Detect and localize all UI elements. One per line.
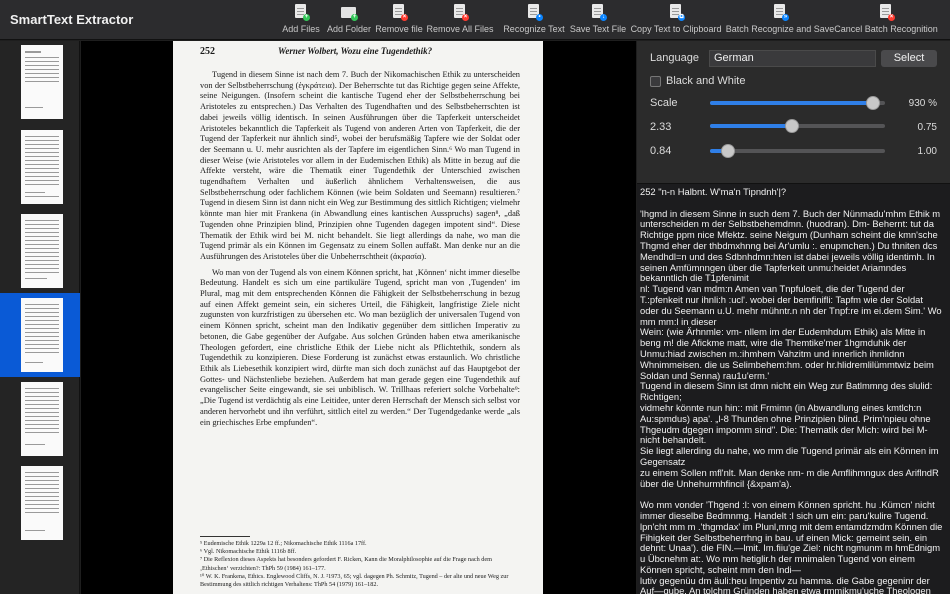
running-head: Werner Wolbert, Wozu eine Tugendethik? — [278, 46, 433, 56]
batch-recognize-and-save-button[interactable]: » Batch Recognize and Save — [726, 4, 834, 38]
page-thumbnails-sidebar — [0, 41, 80, 594]
slider-2[interactable] — [710, 119, 885, 133]
recognize-text-button[interactable]: • Recognize Text — [503, 4, 565, 38]
cancel-batch-icon: × — [878, 4, 895, 21]
remove-file-icon: × — [391, 4, 408, 21]
slider-2-knob[interactable] — [785, 119, 799, 133]
footnote: ⁵ Eudemische Ethik 1229a 12 ff.; Nikomac… — [200, 540, 367, 547]
add-folder-button[interactable]: + Add Folder — [327, 4, 371, 38]
cancel-batch-recognition-button[interactable]: × Cancel Batch Recognition — [834, 4, 938, 38]
page-thumbnail-selected[interactable] — [21, 298, 63, 372]
scale-value: 930 % — [908, 98, 937, 109]
slider3-min-label: 0.84 — [650, 145, 672, 157]
page-header: 252 Werner Wolbert, Wozu eine Tugendethi… — [200, 46, 520, 57]
save-text-file-button[interactable]: ↓ Save Text File — [570, 4, 626, 38]
batch-recognize-icon: » — [772, 4, 789, 21]
document-page-image: 252 Werner Wolbert, Wozu eine Tugendethi… — [173, 41, 543, 594]
add-file-icon: + — [293, 4, 310, 21]
footnote: ¹⁰ W. K. Frankena, Ethics. Englewood Cli… — [200, 572, 509, 589]
slider-3-knob[interactable] — [721, 144, 735, 158]
footnote-rule — [200, 536, 250, 537]
page-paragraph: Wo man von der Tugend als von einem Könn… — [200, 267, 520, 427]
copy-clipboard-icon: ⧉ — [668, 4, 685, 21]
recognized-text-area[interactable]: 252 "n-n Halbnt. W'ma'n Tipndnh'|? 'lhgm… — [637, 183, 950, 594]
remove-all-files-button[interactable]: × Remove All Files — [426, 4, 494, 38]
page-thumbnail[interactable] — [21, 45, 63, 119]
remove-all-files-icon: × — [452, 4, 469, 21]
scale-slider-fill — [710, 101, 873, 105]
footnote: ⁷ Die Reflexion dieses Aspekts hat beson… — [200, 556, 492, 572]
recognize-text-icon: • — [526, 4, 543, 21]
language-field[interactable]: German — [709, 50, 876, 67]
slider2-value: 0.75 — [917, 122, 937, 133]
page-paragraph: Tugend in diesem Sinne ist nach dem 7. B… — [200, 70, 520, 261]
black-and-white-checkbox[interactable] — [650, 76, 661, 87]
page-body-text: Tugend in diesem Sinne ist nach dem 7. B… — [200, 70, 520, 428]
language-label: Language — [650, 52, 699, 64]
settings-panel: Language German Select Black and White S… — [637, 41, 950, 594]
page-thumbnail[interactable] — [21, 382, 63, 456]
remove-file-button[interactable]: × Remove file — [375, 4, 423, 38]
page-thumbnail[interactable] — [21, 214, 63, 288]
scale-slider-knob[interactable] — [866, 96, 880, 110]
add-files-button[interactable]: + Add Files — [282, 4, 320, 38]
save-text-file-icon: ↓ — [590, 4, 607, 21]
page-thumbnail[interactable] — [21, 466, 63, 540]
scale-label: Scale — [650, 97, 678, 109]
slider-2-fill — [710, 124, 792, 128]
footnote: ⁶ Vgl. Nikomachische Ethik 1116b 8ff. — [200, 548, 297, 556]
copy-text-to-clipboard-button[interactable]: ⧉ Copy Text to Clipboard — [631, 4, 721, 38]
scale-slider[interactable] — [710, 96, 885, 110]
page-footnotes: ⁵ Eudemische Ethik 1229a 12 ff.; Nikomac… — [200, 540, 520, 589]
recognized-text-block: Wo mm vonder 'Thgend :l: von einem Könne… — [640, 499, 943, 594]
recognized-text-block: 'lhgmd in diesem Sinne in such dem 7. Bu… — [640, 207, 942, 489]
slider2-min-label: 2.33 — [650, 121, 672, 133]
toolbar: SmartText Extractor + Add Files + Add Fo… — [0, 0, 950, 40]
black-and-white-label: Black and White — [666, 75, 746, 87]
page-viewer[interactable]: 252 Werner Wolbert, Wozu eine Tugendethi… — [81, 41, 636, 594]
page-number: 252 — [200, 46, 215, 57]
page-thumbnail[interactable] — [21, 130, 63, 204]
slider-3[interactable] — [710, 144, 885, 158]
recognized-text-block: 252 "n-n Halbnt. W'ma'n Tipndnh'|? — [640, 186, 787, 197]
slider3-value: 1.00 — [917, 146, 937, 157]
app-title: SmartText Extractor — [10, 12, 134, 27]
add-folder-icon: + — [341, 4, 358, 21]
select-language-button[interactable]: Select — [881, 50, 937, 67]
